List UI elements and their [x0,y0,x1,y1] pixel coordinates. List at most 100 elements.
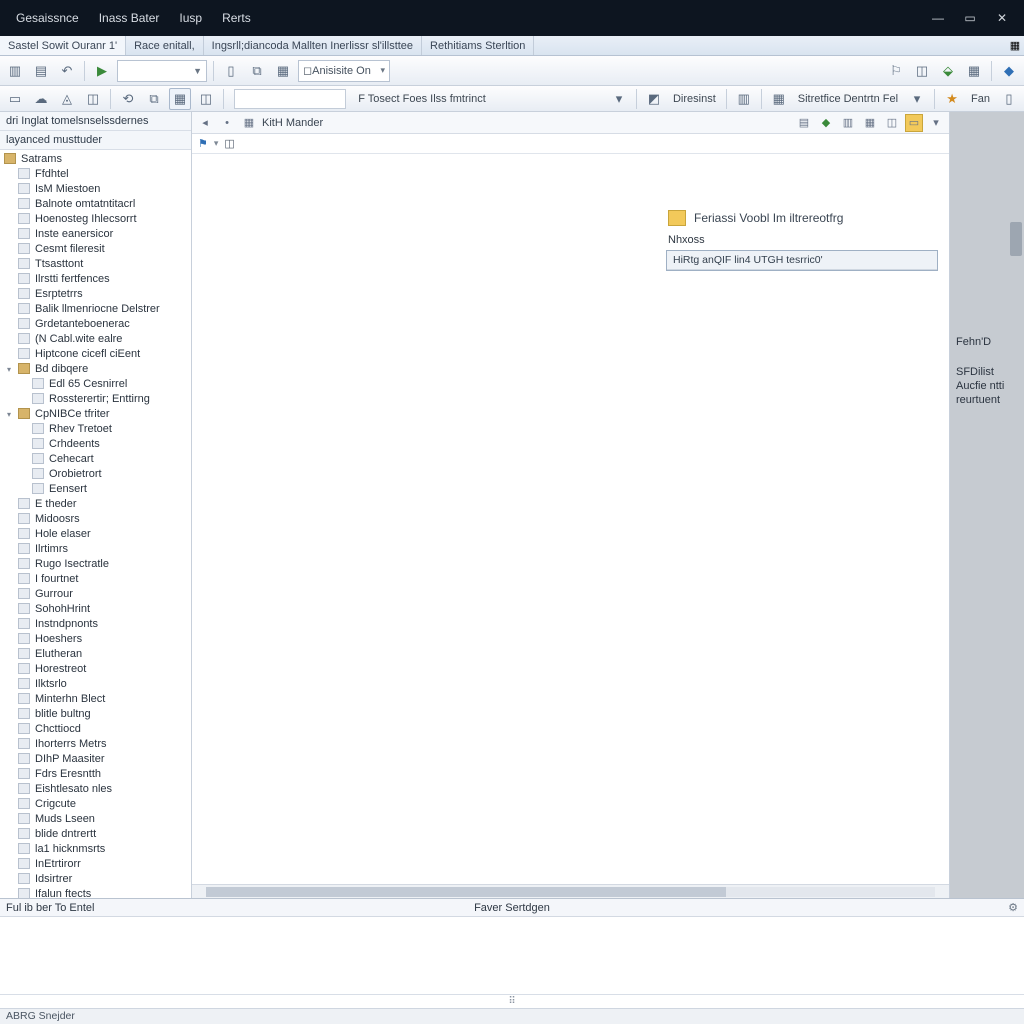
tree-item[interactable]: Hiptcone cicefl ciEent [33,348,142,360]
close-button[interactable]: ✕ [986,6,1018,30]
sec-c-icon[interactable]: ◫ [82,88,104,110]
new-icon[interactable]: ▥ [4,60,26,82]
center-back-icon[interactable]: ◂ [196,114,214,132]
tree-item[interactable]: Gurrour [33,588,75,600]
center-ref-icon[interactable]: ▦ [240,114,258,132]
tree-view[interactable]: Satrams Ffdhtel IsM Miestoen Balnote omtat… [0,150,191,898]
tree-item[interactable]: Rossterertir; Enttirng [47,393,152,405]
tree-item[interactable]: Hoeshers [33,633,84,645]
tab-1[interactable]: Race enitall, [126,36,204,55]
bottom-grip[interactable]: ⠿ [0,994,1024,1008]
tree-item[interactable]: Edl 65 Cesnirrel [47,378,129,390]
layout-a-icon[interactable]: ▥ [733,88,755,110]
hscroll-thumb[interactable] [206,887,726,897]
center-t5-icon[interactable]: ◫ [883,114,901,132]
center-fwd-icon[interactable]: • [218,114,236,132]
bottom-content[interactable] [0,917,1024,994]
star-icon[interactable]: ★ [941,88,963,110]
grid-icon[interactable]: ▦ [169,88,191,110]
tree-item[interactable]: Eensert [47,483,89,495]
help-icon[interactable]: ◆ [998,60,1020,82]
maximize-button[interactable]: ▭ [954,6,986,30]
right-scroll-thumb[interactable] [1010,222,1022,256]
tree-item[interactable]: Ffdhtel [33,168,71,180]
pin-icon[interactable]: ⚑ [198,137,208,150]
tree-item[interactable]: Hole elaser [33,528,93,540]
tree-item[interactable]: blitle bultng [33,708,93,720]
center-hscrollbar[interactable] [192,884,949,898]
cloud-icon[interactable]: ☁ [30,88,52,110]
tree-item[interactable]: Ttsasttont [33,258,85,270]
sec-d-icon[interactable]: ⟲ [117,88,139,110]
tree-item[interactable]: Inste eanersicor [33,228,115,240]
tree-item[interactable]: DIhP Maasiter [33,753,107,765]
tree-group[interactable]: Bd dibqere [33,363,90,375]
tree-item[interactable]: SohohHrint [33,603,92,615]
center-t4-icon[interactable]: ▦ [861,114,879,132]
tree-item[interactable]: Fdrs Eresntth [33,768,103,780]
paste-icon[interactable]: ▦ [272,60,294,82]
tree-item[interactable]: Ilrtimrs [33,543,70,555]
undo-icon[interactable]: ↶ [56,60,78,82]
tree-item[interactable]: blide dntrertt [33,828,98,840]
tree-item[interactable]: Minterhn Blect [33,693,107,705]
tree-item[interactable]: Chcttiocd [33,723,83,735]
float-listbox[interactable]: HiRtg anQIF lin4 UTGH tesrric0' [666,250,938,271]
tree-item[interactable]: Balik llmenriocne Delstrer [33,303,162,315]
tree-group[interactable]: CpNIBCe tfriter [33,408,112,420]
tree-item[interactable]: E theder [33,498,79,510]
center-t7-icon[interactable]: ▾ [927,114,945,132]
tree-item[interactable]: IsM Miestoen [33,183,102,195]
tree-item[interactable]: Cehecart [47,453,96,465]
tree-item[interactable]: Idsirtrer [33,873,74,885]
tree-item[interactable]: Crhdeents [47,438,102,450]
menu-item-1[interactable]: Inass Bater [89,7,170,29]
search-input[interactable] [234,89,346,109]
tab-3[interactable]: Rethitiams Sterltion [422,36,534,55]
tree-item[interactable]: Crigcute [33,798,78,810]
center-t3-icon[interactable]: ▥ [839,114,857,132]
tree-item[interactable]: Esrptetrrs [33,288,85,300]
tree-item[interactable]: Ihorterrs Metrs [33,738,109,750]
menu-item-0[interactable]: Gesaissnce [6,7,89,29]
tree-item[interactable]: Ilktsrlo [33,678,69,690]
center-t2-icon[interactable]: ◆ [817,114,835,132]
center-t6-icon[interactable]: ▭ [905,114,923,132]
tree-item[interactable]: I fourtnet [33,573,80,585]
tab-0[interactable]: Sastel Sowit Ouranr 1' [0,36,126,55]
tree-item[interactable]: Balnote omtatntitacrl [33,198,137,210]
sec-f-icon[interactable]: ◫ [195,88,217,110]
tree-item[interactable]: Midoosrs [33,513,82,525]
tree-item[interactable]: Instndpnonts [33,618,100,630]
arrow-down-icon[interactable]: ▾ [608,88,630,110]
chev-icon[interactable]: ▾ [906,88,928,110]
tool-c-icon[interactable]: ⬙ [937,60,959,82]
open-icon[interactable]: ▤ [30,60,52,82]
minimize-button[interactable]: ― [922,6,954,30]
menu-item-3[interactable]: Rerts [212,7,261,29]
flag-icon[interactable]: ◩ [643,88,665,110]
page-icon[interactable]: ▯ [220,60,242,82]
sub-b-icon[interactable]: ◫ [224,137,234,150]
tree-item[interactable]: (N Cabl.wite ealre [33,333,124,345]
tree-item[interactable]: Rugo Isectratle [33,558,111,570]
center-t1-icon[interactable]: ▤ [795,114,813,132]
tree-item[interactable]: Eishtlesato nles [33,783,114,795]
sec-b-icon[interactable]: ◬ [56,88,78,110]
tree-item[interactable]: la1 hicknmsrts [33,843,107,855]
tree-item[interactable]: Horestreot [33,663,88,675]
tree-item[interactable]: Cesmt fileresit [33,243,107,255]
tree-item[interactable]: InEtrtirorr [33,858,83,870]
tab-overflow-icon[interactable]: ▦ [1006,36,1024,55]
config-combo[interactable]: ▼ [117,60,207,82]
tool-b-icon[interactable]: ◫ [911,60,933,82]
tab-2[interactable]: Ingsrll;diancoda Mallten Inerlissr sl'il… [204,36,422,55]
run-icon[interactable]: ▶ [91,60,113,82]
sec-e-icon[interactable]: ⧉ [143,88,165,110]
menu-item-2[interactable]: Iusp [169,7,212,29]
doc-icon[interactable]: ▯ [998,88,1020,110]
tree-root[interactable]: Satrams [19,153,64,165]
tree-item[interactable]: Ilrstti fertfences [33,273,112,285]
tree-item[interactable]: Grdetanteboenerac [33,318,132,330]
tool-d-icon[interactable]: ▦ [963,60,985,82]
